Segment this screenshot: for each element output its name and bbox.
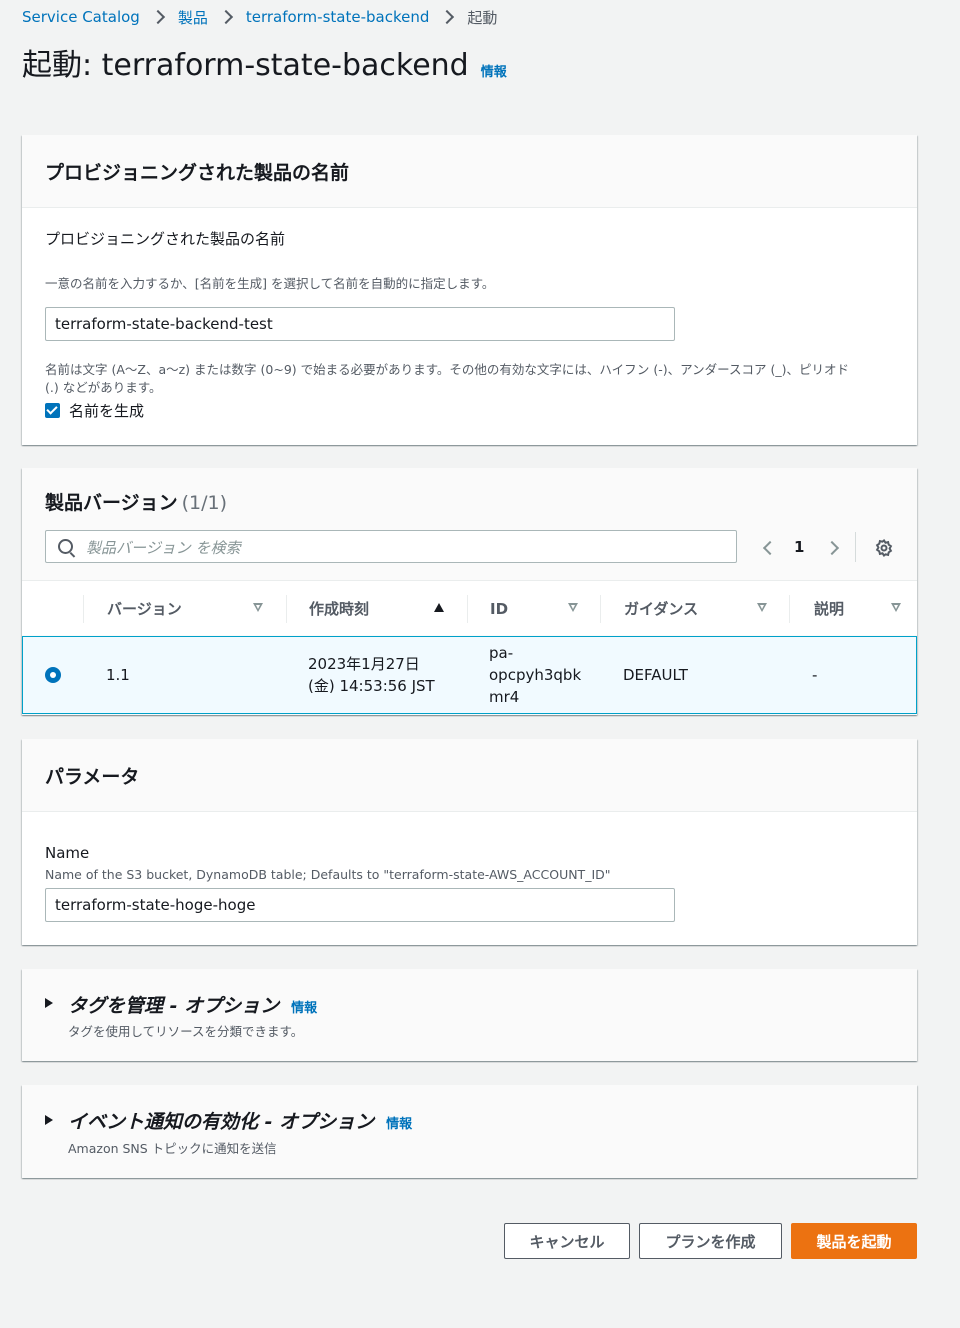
sort-icon[interactable] — [568, 603, 578, 612]
column-divider — [467, 595, 468, 623]
search-icon — [58, 539, 73, 554]
sort-icon[interactable] — [757, 603, 767, 612]
param-name-input[interactable]: terraform-state-hoge-hoge — [45, 888, 675, 922]
provisioned-name-input[interactable]: terraform-state-backend-test — [45, 307, 675, 341]
table-header: バージョン 作成時刻 ID ガイダンス 説明 — [22, 580, 917, 635]
tags-title-row[interactable]: タグを管理 - オプション 情報 — [68, 991, 317, 1018]
breadcrumb-product[interactable]: terraform-state-backend — [246, 8, 430, 26]
chevron-left-icon[interactable] — [761, 541, 773, 553]
pager-divider — [855, 532, 856, 562]
version-search-input[interactable]: 製品バージョン を検索 — [45, 530, 737, 563]
caret-right-icon[interactable] — [45, 1115, 53, 1125]
chevron-right-icon — [439, 8, 457, 26]
event-notifications-panel[interactable]: イベント通知の有効化 - オプション 情報 Amazon SNS トピックに通知… — [22, 1085, 917, 1178]
panel-title: パラメータ — [45, 765, 140, 788]
panel-title: 製品バージョン — [45, 492, 178, 514]
page-number[interactable]: 1 — [794, 538, 804, 556]
caret-right-icon[interactable] — [45, 998, 53, 1008]
events-info-link[interactable]: 情報 — [386, 1113, 412, 1132]
launch-product-button[interactable]: 製品を起動 — [791, 1223, 917, 1259]
create-plan-button[interactable]: プランを作成 — [639, 1223, 782, 1259]
events-description: Amazon SNS トピックに通知を送信 — [68, 1141, 277, 1156]
column-guidance[interactable]: ガイダンス — [624, 581, 698, 636]
cell-version: 1.1 — [106, 666, 130, 684]
field-label: プロビジョニングされた製品の名前 — [45, 230, 286, 248]
column-divider — [83, 595, 84, 623]
events-title[interactable]: イベント通知の有効化 - オプション — [68, 1107, 374, 1134]
column-divider — [789, 595, 790, 623]
parameters-panel: パラメータ Name Name of the S3 bucket, Dynamo… — [22, 739, 917, 945]
tags-title[interactable]: タグを管理 - オプション — [68, 991, 279, 1018]
cell-created-date: 2023年1月27日 — [308, 655, 420, 673]
panel-title: プロビジョニングされた製品の名前 — [45, 161, 350, 184]
cell-id-part: opcpyh3qbk — [489, 666, 582, 684]
events-title-row[interactable]: イベント通知の有効化 - オプション 情報 — [68, 1107, 412, 1134]
name-constraint-text-cont: (.) などがあります。 — [45, 380, 162, 395]
cell-id-part: pa- — [489, 644, 514, 662]
sort-icon[interactable] — [253, 603, 263, 612]
version-count: (1/1) — [181, 492, 228, 514]
cell-created-time: (金) 14:53:56 JST — [308, 677, 435, 695]
tags-info-link[interactable]: 情報 — [291, 997, 317, 1016]
param-name-description: Name of the S3 bucket, DynamoDB table; D… — [45, 867, 611, 882]
cell-guidance: DEFAULT — [623, 666, 688, 684]
panel-header: パラメータ — [22, 739, 917, 812]
generate-name-label[interactable]: 名前を生成 — [69, 400, 144, 421]
panel-header: プロビジョニングされた製品の名前 — [22, 135, 917, 208]
provisioned-name-panel: プロビジョニングされた製品の名前 プロビジョニングされた製品の名前 一意の名前を… — [22, 135, 917, 445]
page-title: 起動: terraform-state-backend — [22, 48, 469, 83]
breadcrumb-products[interactable]: 製品 — [178, 7, 208, 28]
sort-icon[interactable] — [891, 603, 901, 612]
breadcrumb-current: 起動 — [467, 8, 498, 27]
column-version[interactable]: バージョン — [107, 581, 182, 636]
cell-description: - — [812, 666, 818, 684]
page-title-row: 起動: terraform-state-backend 情報 — [22, 40, 507, 84]
cell-id: pa- opcpyh3qbk mr4 — [489, 642, 581, 708]
product-versions-panel: 製品バージョン (1/1) 製品バージョン を検索 1 バージョン 作成時刻 ID… — [22, 468, 917, 715]
chevron-right-icon — [150, 8, 168, 26]
page-info-link[interactable]: 情報 — [481, 61, 507, 80]
cancel-button[interactable]: キャンセル — [504, 1223, 630, 1259]
cell-id-part: mr4 — [489, 688, 520, 706]
gear-icon[interactable] — [875, 539, 893, 557]
field-description: 一意の名前を入力するか、[名前を生成] を選択して名前を自動的に指定します。 — [45, 276, 495, 291]
search-placeholder: 製品バージョン を検索 — [86, 539, 241, 557]
chevron-right-icon[interactable] — [827, 541, 839, 553]
column-divider — [286, 595, 287, 623]
column-id[interactable]: ID — [490, 581, 508, 636]
cell-created: 2023年1月27日 (金) 14:53:56 JST — [308, 653, 435, 697]
column-description[interactable]: 説明 — [814, 581, 844, 636]
panel-title-row: 製品バージョン (1/1) — [45, 488, 227, 515]
column-created[interactable]: 作成時刻 — [309, 581, 369, 636]
table-row[interactable]: 1.1 2023年1月27日 (金) 14:53:56 JST pa- opcp… — [22, 636, 917, 714]
column-divider — [600, 595, 601, 623]
generate-name-checkbox[interactable] — [45, 403, 60, 418]
tags-panel[interactable]: タグを管理 - オプション 情報 タグを使用してリソースを分類できます。 — [22, 969, 917, 1061]
row-select-radio[interactable] — [45, 667, 61, 683]
param-name-label: Name — [45, 844, 90, 862]
tags-description: タグを使用してリソースを分類できます。 — [68, 1024, 304, 1039]
name-constraint-text: 名前は文字 (A〜Z、a〜z) または数字 (0~9) で始まる必要があります。… — [45, 362, 849, 377]
sort-ascending-icon[interactable] — [434, 603, 444, 612]
breadcrumb: Service Catalog 製品 terraform-state-backe… — [22, 6, 497, 28]
breadcrumb-service-catalog[interactable]: Service Catalog — [22, 8, 140, 26]
chevron-right-icon — [218, 8, 236, 26]
